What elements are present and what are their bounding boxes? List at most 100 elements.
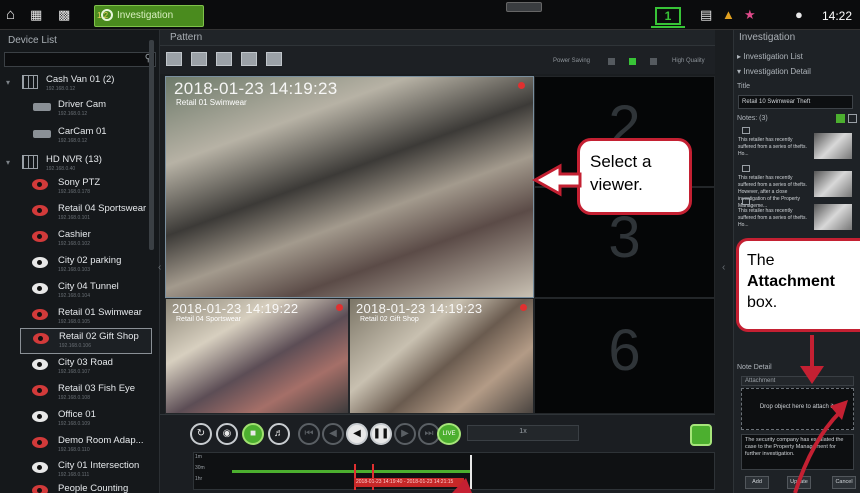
device-ip: 192.168.0.178: [58, 189, 90, 195]
video-grid: 2018-01-23 14:19:23 Retail 01 Swimwear 2…: [165, 76, 715, 414]
device-item[interactable]: Demo Room Adap... 192.168.0.110: [0, 433, 150, 457]
play-reverse-icon[interactable]: ◀: [346, 423, 368, 445]
playback-speed: 1x: [519, 428, 527, 435]
timeline-playhead[interactable]: [470, 455, 472, 489]
search-icon: [101, 9, 113, 21]
device-item[interactable]: Office 01 192.168.0.109: [0, 407, 150, 431]
device-item-carcam[interactable]: CarCam 01 192.168.0.12: [0, 124, 150, 148]
attachment-drop-text: Drop object here to attach it.: [759, 404, 836, 410]
sync-icon[interactable]: ↻: [190, 423, 212, 445]
investigation-detail-link[interactable]: ▾ Investigation Detail: [737, 67, 811, 76]
camera-icon: [32, 283, 52, 295]
list-view-icon[interactable]: [848, 114, 857, 123]
viewer-tile-empty[interactable]: 6: [534, 298, 715, 414]
collapse-right-panel-icon[interactable]: ‹: [722, 262, 725, 273]
update-button[interactable]: Update: [787, 476, 811, 489]
device-item-driver-cam[interactable]: Driver Cam 192.168.0.12: [0, 97, 150, 121]
device-group-name: HD NVR (13): [46, 154, 102, 165]
add-button[interactable]: Add: [745, 476, 769, 489]
timeline-recording-bar: [232, 470, 472, 473]
camera-icon: [32, 462, 52, 474]
layout-4-icon[interactable]: [241, 52, 257, 66]
note-detail-textarea[interactable]: The security company has escalated the c…: [741, 434, 854, 470]
power-saving-toggle-on[interactable]: [629, 58, 636, 65]
device-ip: 192.168.0.104: [58, 293, 90, 299]
investigation-title: Investigation: [739, 32, 796, 43]
callout-select-line1: Select a: [590, 152, 652, 171]
device-item[interactable]: Sony PTZ 192.168.0.178: [0, 175, 150, 199]
timeline-range-label: 2018-01-23 14:19:40 - 2018-01-23 14:21:1…: [354, 478, 464, 487]
window-controls[interactable]: [506, 2, 542, 12]
zoom-level[interactable]: 1hr: [195, 476, 202, 482]
device-group-cash-van[interactable]: ▾ Cash Van 01 (2) 192.168.0.12: [0, 72, 150, 96]
layout-9-icon[interactable]: [191, 52, 207, 66]
live-button[interactable]: LIVE: [437, 423, 461, 445]
camera-recording-icon: [32, 205, 52, 217]
step-back-icon[interactable]: ◀: [322, 423, 344, 445]
device-ip: 192.168.0.108: [58, 395, 90, 401]
attachment-dropzone[interactable]: Drop object here to attach it.: [741, 388, 854, 430]
collapse-icon[interactable]: ▾: [6, 158, 10, 167]
viewer-timestamp: 2018-01-23 14:19:22: [172, 301, 299, 316]
tab-investigation[interactable]: 1/2 Investigation: [94, 5, 204, 27]
device-item[interactable]: Cashier 192.168.0.102: [0, 227, 150, 251]
device-name: City 03 Road: [58, 357, 113, 368]
device-item-selected[interactable]: Retail 02 Gift Shop 192.168.0.106: [20, 328, 152, 354]
camera-recording-icon: [32, 179, 52, 191]
investigation-title-field[interactable]: Retail 10 Swimwear Theft: [738, 95, 853, 109]
collapse-icon[interactable]: ▾: [6, 78, 10, 87]
zoom-level[interactable]: 30m: [195, 465, 205, 471]
zoom-level[interactable]: 1m: [195, 454, 202, 460]
viewer-camera-name: Retail 01 Swimwear: [176, 98, 247, 107]
device-grid-icon[interactable]: ▦: [30, 7, 42, 22]
snapshot-icon[interactable]: ◉: [216, 423, 238, 445]
fullscreen-icon[interactable]: [690, 424, 712, 446]
device-item[interactable]: Retail 01 Swimwear 192.168.0.105: [0, 305, 150, 329]
add-note-icon[interactable]: [836, 114, 845, 123]
layout-1-icon[interactable]: [266, 52, 282, 66]
device-item[interactable]: City 01 Intersection 192.168.0.111: [0, 458, 150, 482]
viewer-tile[interactable]: 2018-01-23 14:19:22 Retail 04 Sportswear: [165, 298, 349, 414]
note-card[interactable]: This retailer has recently suffered from…: [738, 165, 854, 209]
step-forward-icon[interactable]: ▶: [394, 423, 416, 445]
device-name: Retail 04 Sportswear: [58, 203, 147, 214]
quality-toggle[interactable]: [650, 58, 657, 65]
investigation-list-link[interactable]: ▸ Investigation List: [737, 52, 803, 61]
skip-start-icon[interactable]: ⏮: [298, 423, 320, 445]
alert-icon[interactable]: ▲: [722, 7, 735, 22]
layout-6-icon[interactable]: [216, 52, 232, 66]
screen-number-button[interactable]: 1: [655, 7, 681, 25]
device-ip: 192.168.0.12: [46, 86, 76, 92]
layout-icon[interactable]: ▩: [58, 7, 70, 22]
device-ip: 192.168.0.12: [58, 138, 88, 144]
tab-investigation-label: Investigation: [117, 10, 174, 21]
device-item[interactable]: City 03 Road 192.168.0.107: [0, 355, 150, 379]
camera-recording-icon: [32, 385, 52, 397]
device-item[interactable]: City 02 parking 192.168.0.103: [0, 253, 150, 277]
investigation-detail-label: Investigation Detail: [743, 67, 811, 76]
device-item[interactable]: People Counting: [0, 481, 150, 493]
layout-16-icon[interactable]: [166, 52, 182, 66]
recording-indicator-icon: [336, 304, 343, 311]
bookmark-icon[interactable]: ■: [242, 423, 264, 445]
cancel-button[interactable]: Cancel: [832, 476, 856, 489]
note-detail-label: Note Detail: [737, 364, 772, 371]
power-saving-toggle[interactable]: [608, 58, 615, 65]
device-group-hd-nvr[interactable]: ▾ HD NVR (13) 192.168.0.40: [0, 152, 150, 176]
storage-icon[interactable]: ▤: [700, 7, 712, 22]
device-item[interactable]: Retail 04 Sportswear 192.168.0.101: [0, 201, 150, 225]
playback-speed-slider[interactable]: 1x: [467, 425, 579, 441]
device-item[interactable]: City 04 Tunnel 192.168.0.104: [0, 279, 150, 303]
device-item[interactable]: Retail 03 Fish Eye 192.168.0.108: [0, 381, 150, 405]
device-ip: 192.168.0.107: [58, 369, 90, 375]
pause-icon[interactable]: ❚❚: [370, 423, 392, 445]
lock-icon[interactable]: ●: [795, 7, 803, 22]
viewer-tile-main[interactable]: 2018-01-23 14:19:23 Retail 01 Swimwear: [165, 76, 534, 298]
collapse-left-panel-icon[interactable]: ‹: [158, 262, 161, 273]
audio-icon[interactable]: ♬: [268, 423, 290, 445]
viewer-tile[interactable]: 2018-01-23 14:19:23 Retail 02 Gift Shop: [349, 298, 534, 414]
home-icon[interactable]: ⌂: [6, 7, 15, 22]
device-name: People Counting: [58, 483, 129, 493]
device-search-input[interactable]: ⚲: [4, 52, 156, 67]
network-icon[interactable]: ★: [744, 7, 756, 22]
